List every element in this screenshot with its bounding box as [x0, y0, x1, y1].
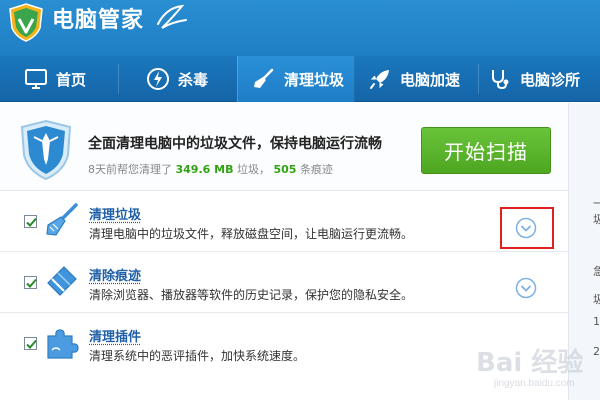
- cleaned-size-unit: 垃圾，: [236, 163, 270, 176]
- shield-bolt-icon: [147, 68, 169, 90]
- list-item-clean-junk: 清理垃圾 清理电脑中的垃圾文件，释放磁盘空间，让电脑运行更流畅。: [0, 192, 568, 252]
- rocket-icon: [370, 70, 389, 89]
- nav-speedup-label: 电脑加速: [400, 70, 461, 89]
- broom-icon: [254, 68, 274, 88]
- nav-antivirus[interactable]: 杀毒: [146, 56, 236, 102]
- clean-plugins-title[interactable]: 清理插件: [89, 326, 141, 345]
- check-icon: [26, 278, 37, 288]
- annotation-highlight-box: [500, 207, 554, 249]
- app-title: 电脑管家: [52, 8, 145, 33]
- main-nav: 首页 杀毒 清理垃圾 电脑加速 电脑诊所: [0, 56, 600, 102]
- nav-clinic[interactable]: 电脑诊所: [488, 56, 600, 102]
- monitor-icon: [25, 69, 47, 89]
- side-panel-text: 圾: [593, 211, 600, 227]
- side-panel-text: 10: [593, 315, 600, 328]
- clean-plugins-checkbox[interactable]: [24, 337, 37, 350]
- summary-title: 全面清理电脑中的垃圾文件，保持电脑运行流畅: [88, 136, 382, 152]
- app-swash-icon: [157, 4, 187, 29]
- cleaned-count-value: 505: [273, 163, 297, 176]
- broom-icon: [46, 203, 78, 236]
- watermark-text: Bai 经验: [476, 348, 584, 378]
- clean-junk-desc: 清理电脑中的垃圾文件，释放磁盘空间，让电脑运行更流畅。: [89, 227, 414, 241]
- check-icon: [26, 339, 37, 349]
- clear-traces-title[interactable]: 清除痕迹: [89, 265, 141, 284]
- clean-junk-title[interactable]: 清理垃圾: [89, 204, 141, 223]
- nav-antivirus-label: 杀毒: [178, 70, 209, 89]
- check-icon: [26, 217, 37, 227]
- puzzle-icon: [47, 329, 79, 359]
- nav-divider: [118, 64, 119, 94]
- eraser-icon: [47, 266, 77, 296]
- start-scan-button[interactable]: 开始扫描: [421, 127, 551, 174]
- clear-traces-desc: 清除浏览器、播放器等软件的历史记录，保护您的隐私安全。: [89, 288, 414, 302]
- cleaned-size-value: 349.6 MB: [175, 163, 234, 176]
- chevron-down-circle-icon[interactable]: [515, 277, 537, 299]
- clean-plugins-desc: 清理系统中的恶评插件，加快系统速度。: [89, 349, 306, 363]
- nav-speedup[interactable]: 电脑加速: [368, 56, 478, 102]
- cleaned-count-unit: 条痕迹: [299, 163, 333, 176]
- nav-home-label: 首页: [56, 70, 87, 89]
- list-item-clear-traces: 清除痕迹 清除浏览器、播放器等软件的历史记录，保护您的隐私安全。: [0, 253, 568, 313]
- clean-junk-checkbox[interactable]: [24, 215, 37, 228]
- side-panel-text: 圾: [593, 291, 600, 307]
- last-clean-prefix: 8天前帮您清理了: [88, 163, 172, 176]
- shield-icon: [20, 119, 72, 181]
- nav-home[interactable]: 首页: [24, 56, 114, 102]
- app-logo-icon: [9, 3, 43, 42]
- stethoscope-icon: [492, 70, 509, 90]
- baidu-watermark: Bai 经验 jingyan.baidu.com: [470, 340, 600, 400]
- watermark-url: jingyan.baidu.com: [494, 378, 575, 389]
- nav-divider: [478, 64, 479, 94]
- nav-clean-junk-label: 清理垃圾: [284, 70, 345, 89]
- title-bar: 电脑管家: [0, 0, 600, 56]
- nav-clinic-label: 电脑诊所: [520, 70, 581, 89]
- nav-clean-junk[interactable]: 清理垃圾: [237, 56, 355, 102]
- side-panel-text: 急: [593, 263, 600, 279]
- side-panel-text: 一: [593, 195, 600, 211]
- clear-traces-checkbox[interactable]: [24, 276, 37, 289]
- summary-last-clean: 8天前帮您清理了 349.6 MB 垃圾， 505 条痕迹: [88, 161, 333, 177]
